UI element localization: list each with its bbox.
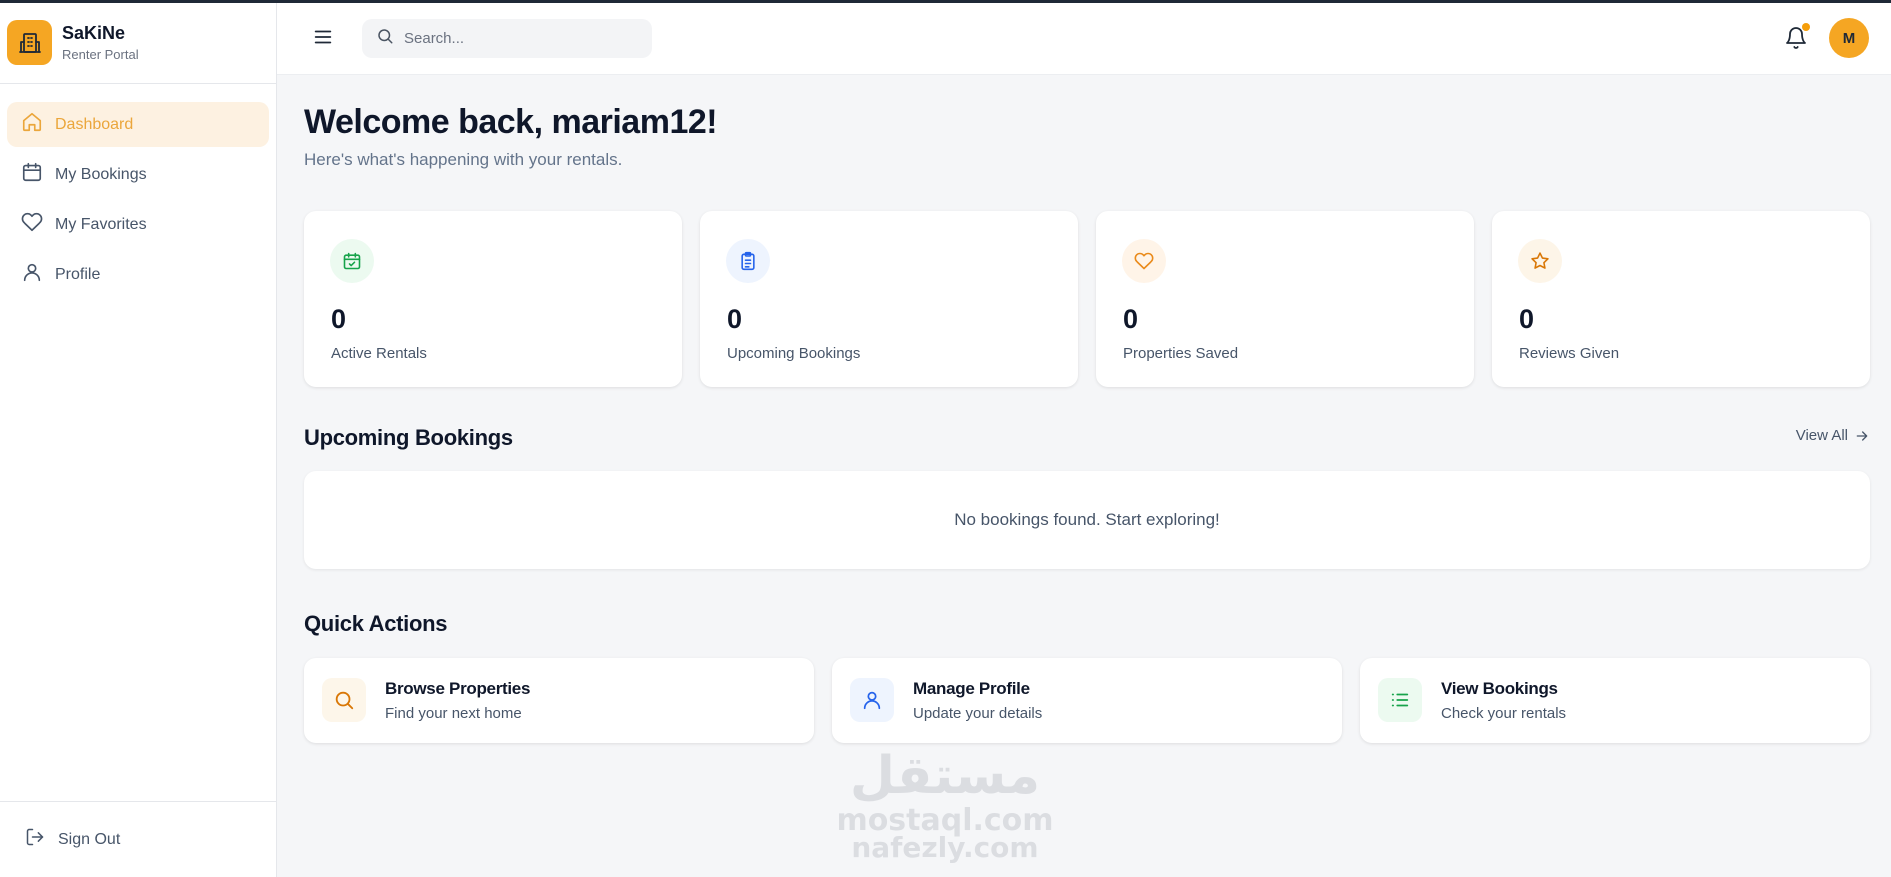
search-icon (376, 27, 394, 50)
sidebar-nav: Dashboard My Bookings My Favorites Profi… (0, 84, 276, 297)
sidebar: SaKiNe Renter Portal Dashboard My Bookin… (0, 2, 277, 877)
sidebar-item-label: Dashboard (55, 115, 134, 133)
page-title: Welcome back, mariam12! (304, 103, 718, 141)
list-icon (1378, 678, 1422, 722)
watermark-arabic: مستقل (849, 746, 1041, 806)
search-input[interactable] (404, 30, 634, 47)
watermark: مستقل mostaql.com nafezly.com (820, 745, 1070, 875)
stat-label: Reviews Given (1519, 345, 1620, 362)
avatar[interactable]: M (1829, 18, 1869, 58)
quick-actions-row: Browse Properties Find your next home Ma… (304, 658, 1870, 743)
view-all-label: View All (1795, 427, 1848, 444)
home-icon (21, 111, 43, 138)
star-icon (1518, 239, 1562, 283)
calendar-icon (21, 161, 43, 188)
stat-value: 0 (727, 304, 743, 334)
brand-subtitle: Renter Portal (62, 47, 139, 62)
stat-card-properties-saved: 0 Properties Saved (1096, 211, 1474, 387)
menu-icon[interactable] (312, 26, 334, 48)
empty-bookings-text: No bookings found. Start exploring! (954, 510, 1220, 529)
brand-name: SaKiNe (62, 23, 126, 43)
main-content: Welcome back, mariam12! Here's what's ha… (304, 75, 1870, 743)
bell-icon (1784, 27, 1808, 54)
manage-profile-action[interactable]: Manage Profile Update your details (832, 658, 1342, 743)
sign-out-button[interactable]: Sign Out (0, 801, 276, 877)
top-header: M (277, 2, 1891, 75)
sidebar-item-my-favorites[interactable]: My Favorites (7, 202, 269, 247)
view-all-link[interactable]: View All (1796, 427, 1870, 444)
action-title: Manage Profile (913, 679, 1030, 698)
sidebar-item-profile[interactable]: Profile (7, 252, 269, 297)
user-icon (850, 678, 894, 722)
stat-value: 0 (1519, 304, 1535, 334)
action-subtitle: Check your rentals (1441, 705, 1567, 722)
heart-icon (1122, 239, 1166, 283)
building-icon (7, 20, 52, 65)
stat-card-upcoming-bookings: 0 Upcoming Bookings (700, 211, 1078, 387)
window-top-border (0, 0, 1891, 3)
sign-out-label: Sign Out (58, 830, 121, 848)
search-icon (322, 678, 366, 722)
quick-actions-title: Quick Actions (304, 611, 448, 636)
stat-value: 0 (331, 304, 347, 334)
stat-value: 0 (1123, 304, 1139, 334)
stat-label: Active Rentals (331, 345, 427, 362)
notification-dot (1802, 23, 1810, 31)
page-subtitle: Here's what's happening with your rental… (304, 150, 623, 169)
user-icon (21, 261, 43, 288)
empty-bookings-message: No bookings found. Start exploring! (304, 471, 1870, 569)
heart-icon (21, 211, 43, 238)
action-subtitle: Update your details (913, 705, 1043, 722)
calendar-check-icon (330, 239, 374, 283)
sidebar-item-label: Profile (55, 265, 101, 283)
stat-label: Upcoming Bookings (727, 345, 861, 362)
view-bookings-action[interactable]: View Bookings Check your rentals (1360, 658, 1870, 743)
action-title: Browse Properties (385, 679, 531, 698)
brand[interactable]: SaKiNe Renter Portal (0, 2, 276, 84)
browse-properties-action[interactable]: Browse Properties Find your next home (304, 658, 814, 743)
action-title: View Bookings (1441, 679, 1558, 698)
upcoming-bookings-title: Upcoming Bookings (304, 425, 513, 450)
search-box[interactable] (362, 19, 652, 58)
notifications-button[interactable] (1784, 23, 1810, 54)
stat-card-reviews-given: 0 Reviews Given (1492, 211, 1870, 387)
sidebar-item-my-bookings[interactable]: My Bookings (7, 152, 269, 197)
action-subtitle: Find your next home (385, 705, 522, 722)
watermark-nafezly: nafezly.com (851, 831, 1039, 864)
clipboard-list-icon (726, 239, 770, 283)
sidebar-item-label: My Favorites (55, 215, 147, 233)
arrow-right-icon (1856, 430, 1868, 441)
stat-card-active-rentals: 0 Active Rentals (304, 211, 682, 387)
sidebar-item-dashboard[interactable]: Dashboard (7, 102, 269, 147)
log-out-icon (25, 827, 45, 852)
stats-row: 0 Active Rentals 0 Upcoming Bookings 0 P… (304, 211, 1870, 387)
sidebar-item-label: My Bookings (55, 165, 147, 183)
stat-label: Properties Saved (1123, 345, 1239, 362)
